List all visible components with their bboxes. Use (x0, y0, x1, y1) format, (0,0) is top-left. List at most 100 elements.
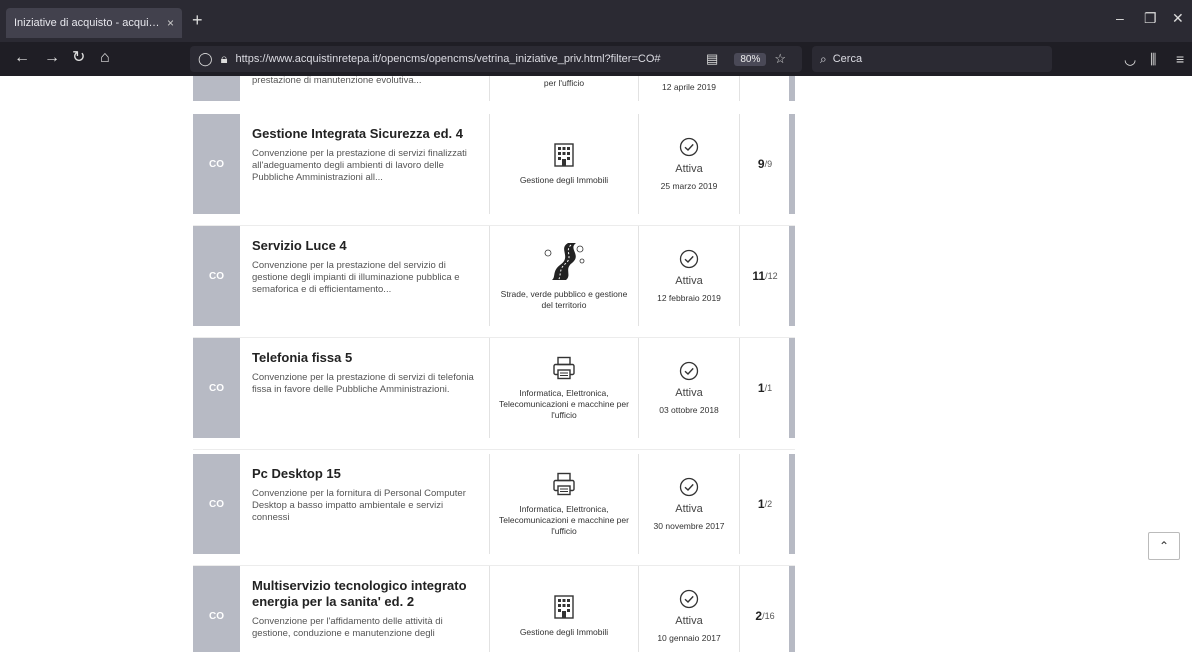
bookmark-star-icon[interactable]: ☆ (774, 51, 786, 67)
item-category: Informatica, Elettronica, Telecomunicazi… (490, 338, 639, 438)
category-badge: CO (193, 114, 240, 214)
item-status: Attiva 30 novembre 2017 (639, 454, 740, 554)
item-status: Attiva 12 febbraio 2019 (639, 226, 740, 326)
tab-bar: Iniziative di acquisto - acquistinrete ×… (0, 0, 1192, 42)
zoom-level[interactable]: 80% (734, 52, 767, 66)
category-label: Informatica, Elettronica, Telecomunicazi… (499, 387, 629, 420)
row-border (789, 76, 795, 101)
status-label: Attiva (675, 163, 703, 175)
item-category: per l'ufficio (490, 76, 639, 101)
item-title[interactable]: Telefonia fissa 5 (252, 350, 479, 366)
item-description: Convenzione per l'affidamento delle atti… (252, 616, 443, 639)
pocket-icon[interactable]: ◡ (1124, 51, 1136, 68)
list-item[interactable]: CO Telefonia fissa 5 Convenzione per la … (193, 338, 795, 450)
search-placeholder[interactable]: Cerca (833, 53, 862, 65)
chevron-up-icon: ⌃ (1158, 539, 1170, 553)
row-border (789, 114, 795, 214)
reader-view-icon[interactable]: ▤ (706, 51, 718, 67)
lots-total: /12 (765, 271, 778, 281)
page-content: CO prestazione di manutenzione evolutiva… (0, 76, 1192, 652)
item-lots: 9/9 (740, 114, 790, 214)
back-icon[interactable]: ← (14, 50, 30, 66)
status-label: Attiva (675, 615, 703, 627)
printer-icon (553, 472, 575, 495)
item-category: Informatica, Elettronica, Telecomunicazi… (490, 454, 639, 554)
close-window-icon[interactable]: ✕ (1172, 10, 1184, 27)
menu-icon[interactable]: ≡ (1176, 51, 1184, 67)
item-status: Attiva 25 marzo 2019 (639, 114, 740, 214)
tab-close-icon[interactable]: × (167, 16, 174, 30)
check-circle-icon (679, 249, 699, 269)
building-icon (554, 142, 574, 167)
item-date: 12 febbraio 2019 (657, 293, 721, 303)
forward-icon[interactable]: → (44, 50, 60, 66)
item-title[interactable]: Gestione Integrata Sicurezza ed. 4 (252, 126, 479, 142)
category-label: Gestione degli Immobili (519, 626, 609, 637)
lots-active: 9 (757, 157, 765, 171)
item-main: Pc Desktop 15 Convenzione per la fornitu… (240, 454, 490, 554)
lots-active: 11 (752, 269, 766, 283)
status-label: Attiva (675, 503, 703, 515)
check-circle-icon (679, 137, 699, 157)
category-badge: CO (193, 226, 240, 326)
lots-total: /16 (762, 611, 775, 621)
row-border (789, 226, 795, 326)
item-description: prestazione di manutenzione evolutiva... (252, 76, 422, 86)
category-label: Informatica, Elettronica, Telecomunicazi… (499, 503, 629, 536)
list-item[interactable]: CO Servizio Luce 4 Convenzione per la pr… (193, 226, 795, 338)
lots-total: /2 (764, 499, 773, 509)
item-status: Attiva 03 ottobre 2018 (639, 338, 740, 438)
item-status: Attiva 10 gennaio 2017 (639, 566, 740, 652)
row-border (789, 454, 795, 554)
item-lots: 11/12 (740, 226, 790, 326)
item-description: Convenzione per la prestazione di serviz… (252, 148, 467, 183)
row-border (789, 338, 795, 438)
item-title[interactable]: Pc Desktop 15 (252, 466, 479, 482)
item-description: Convenzione per la fornitura di Personal… (252, 488, 466, 523)
home-icon[interactable]: ⌂ (100, 50, 110, 66)
item-title[interactable]: Servizio Luce 4 (252, 238, 479, 254)
status-label: Attiva (675, 387, 703, 399)
lock-icon[interactable]: 🔒︎ (221, 51, 228, 67)
item-status: 12 aprile 2019 (639, 76, 740, 101)
list-item[interactable]: CO Pc Desktop 15 Convenzione per la forn… (193, 454, 795, 566)
building-icon (554, 594, 574, 619)
check-circle-icon (679, 361, 699, 381)
item-lots: 2/16 (740, 566, 790, 652)
lots-total: /9 (764, 159, 773, 169)
lots-active: 1 (757, 497, 765, 511)
search-bar[interactable]: ⌕ Cerca (812, 46, 1052, 72)
restore-icon[interactable]: ❐ (1144, 10, 1157, 27)
list-item[interactable]: CO Multiservizio tecnologico integrato e… (193, 566, 795, 652)
shield-icon[interactable]: ◯ (198, 51, 213, 67)
url-text[interactable]: https://www.acquistinretepa.it/opencms/o… (235, 53, 706, 65)
lots-active: 2 (755, 609, 763, 623)
item-category: Gestione degli Immobili (490, 114, 639, 214)
nav-bar: ← → ↻ ⌂ ◯ 🔒︎ https://www.acquistinretepa… (0, 42, 1192, 76)
item-description: Convenzione per la prestazione di serviz… (252, 372, 474, 395)
list-item-partial[interactable]: CO prestazione di manutenzione evolutiva… (193, 76, 795, 101)
category-badge: CO (193, 338, 240, 438)
check-circle-icon (679, 589, 699, 609)
item-date: 10 gennaio 2017 (657, 633, 721, 643)
url-bar[interactable]: ◯ 🔒︎ https://www.acquistinretepa.it/open… (190, 46, 802, 72)
list-item[interactable]: CO Gestione Integrata Sicurezza ed. 4 Co… (193, 114, 795, 226)
reload-icon[interactable]: ↻ (72, 50, 85, 66)
item-main: prestazione di manutenzione evolutiva... (240, 76, 490, 101)
new-tab-button[interactable]: + (192, 11, 203, 29)
minimize-icon[interactable]: – (1116, 10, 1124, 26)
scroll-to-top-button[interactable]: ⌃ (1148, 532, 1180, 560)
item-date: 03 ottobre 2018 (659, 405, 719, 415)
browser-tab[interactable]: Iniziative di acquisto - acquistinrete × (6, 8, 182, 38)
category-badge: CO (193, 76, 240, 101)
item-date: 12 aprile 2019 (662, 81, 716, 92)
item-title[interactable]: Multiservizio tecnologico integrato ener… (252, 578, 479, 610)
item-lots: 1/2 (740, 454, 790, 554)
item-main: Servizio Luce 4 Convenzione per la prest… (240, 226, 490, 326)
item-category: Strade, verde pubblico e gestione del te… (490, 226, 639, 326)
item-main: Telefonia fissa 5 Convenzione per la pre… (240, 338, 490, 438)
item-lots: 1/1 (740, 338, 790, 438)
library-icon[interactable]: ⫼ (1150, 51, 1156, 68)
category-badge: CO (193, 454, 240, 554)
item-main: Gestione Integrata Sicurezza ed. 4 Conve… (240, 114, 490, 214)
